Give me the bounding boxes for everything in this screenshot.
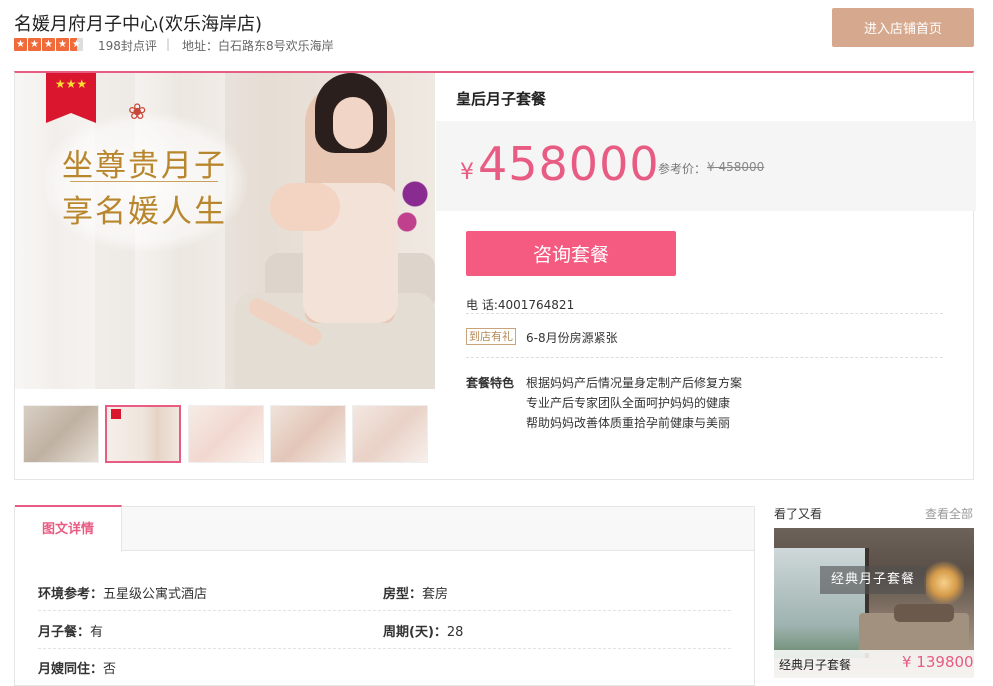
attr-label: 月子餐： xyxy=(38,625,91,640)
divider xyxy=(38,610,731,611)
ribbon-stars-icon: ★★★ xyxy=(54,77,88,91)
pillow-decor xyxy=(894,604,954,622)
view-all-link[interactable]: 查看全部 xyxy=(925,505,973,522)
lamp-decor xyxy=(924,558,964,608)
divider xyxy=(466,313,943,314)
face xyxy=(333,97,373,149)
features-label: 套餐特色 xyxy=(466,376,515,390)
thumbnail-1[interactable] xyxy=(23,405,99,463)
slogan-line2: 享名媛人生 xyxy=(62,194,227,230)
rating-stars: ★ ★ ★ ★ ★ xyxy=(14,38,83,51)
attr-value: 五星级公寓式酒店 xyxy=(103,587,208,602)
attr-room-type: 房型：套房 xyxy=(383,583,448,602)
recommend-title: 看了又看 xyxy=(774,507,823,521)
recommend-overlay-label: 经典月子套餐 xyxy=(820,566,926,594)
thumbnail-5[interactable] xyxy=(352,405,428,463)
tab-details[interactable]: 图文详情 xyxy=(15,505,122,552)
gift-badge: 到店有礼 xyxy=(466,328,516,345)
attr-period: 周期(天)：28 xyxy=(383,621,463,640)
baby-figure xyxy=(270,183,340,231)
attr-label: 月嫂同住： xyxy=(38,662,104,677)
attr-environment: 环境参考：五星级公寓式酒店 xyxy=(38,583,207,602)
feature-item: 根据妈妈产后情况量身定制产后修复方案 xyxy=(526,376,743,390)
reference-price: ¥ 458000 xyxy=(707,160,765,174)
reference-price-label: 参考价： xyxy=(658,162,707,176)
attr-nanny: 月嫂同住：否 xyxy=(38,658,116,677)
recommend-item-price: ¥ 139800 xyxy=(902,653,974,671)
thumbnail-2[interactable] xyxy=(105,405,181,463)
ribbon-icon xyxy=(111,409,121,419)
thumbnail-4[interactable] xyxy=(270,405,346,463)
store-title: 名媛月府月子中心(欢乐海岸店) xyxy=(14,14,263,35)
flowers-decor xyxy=(395,173,435,243)
half-star-icon: ★ xyxy=(70,38,83,51)
package-price: 458000 xyxy=(478,137,660,191)
attr-value: 套房 xyxy=(422,587,449,602)
separator: | xyxy=(166,37,171,51)
rose-icon: ❀ xyxy=(128,100,147,125)
address-text: 白石路东8号欢乐海岸 xyxy=(218,39,334,53)
currency-symbol: ¥ xyxy=(460,160,474,185)
feature-item: 专业产后专家团队全面呵护妈妈的健康 xyxy=(526,396,731,410)
review-count-link[interactable]: 198封点评 xyxy=(98,37,157,54)
star-icon: ★ xyxy=(56,38,69,51)
recommend-item-name[interactable]: 经典月子套餐 xyxy=(779,656,851,673)
attr-value: 否 xyxy=(103,662,117,677)
slogan-line1: 坐尊贵月子 xyxy=(62,148,227,184)
star-icon: ★ xyxy=(28,38,41,51)
divider xyxy=(38,648,731,649)
details-tabbar xyxy=(15,507,754,551)
divider xyxy=(466,357,943,358)
slogan-divider xyxy=(70,181,218,182)
feature-item: 帮助妈妈改善体质重拾孕前健康与美丽 xyxy=(526,416,731,430)
phone-number: 电 话:4001764821 xyxy=(466,298,575,312)
attr-label: 房型： xyxy=(383,587,423,602)
enter-store-button[interactable]: 进入店铺首页 xyxy=(832,8,974,47)
consult-package-button[interactable]: 咨询套餐 xyxy=(466,231,676,276)
thumbnail-3[interactable] xyxy=(188,405,264,463)
attr-meals: 月子餐：有 xyxy=(38,621,103,640)
star-icon: ★ xyxy=(42,38,55,51)
attr-label: 环境参考： xyxy=(38,587,104,602)
attr-value: 28 xyxy=(446,625,464,640)
star-icon: ★ xyxy=(14,38,27,51)
attr-label: 周期(天)： xyxy=(383,625,447,640)
gift-text: 6-8月份房源紧张 xyxy=(526,331,618,345)
package-name: 皇后月子套餐 xyxy=(456,90,547,108)
attr-value: 有 xyxy=(90,625,104,640)
window-decor xyxy=(774,548,869,658)
address-label: 地址： xyxy=(182,39,219,53)
